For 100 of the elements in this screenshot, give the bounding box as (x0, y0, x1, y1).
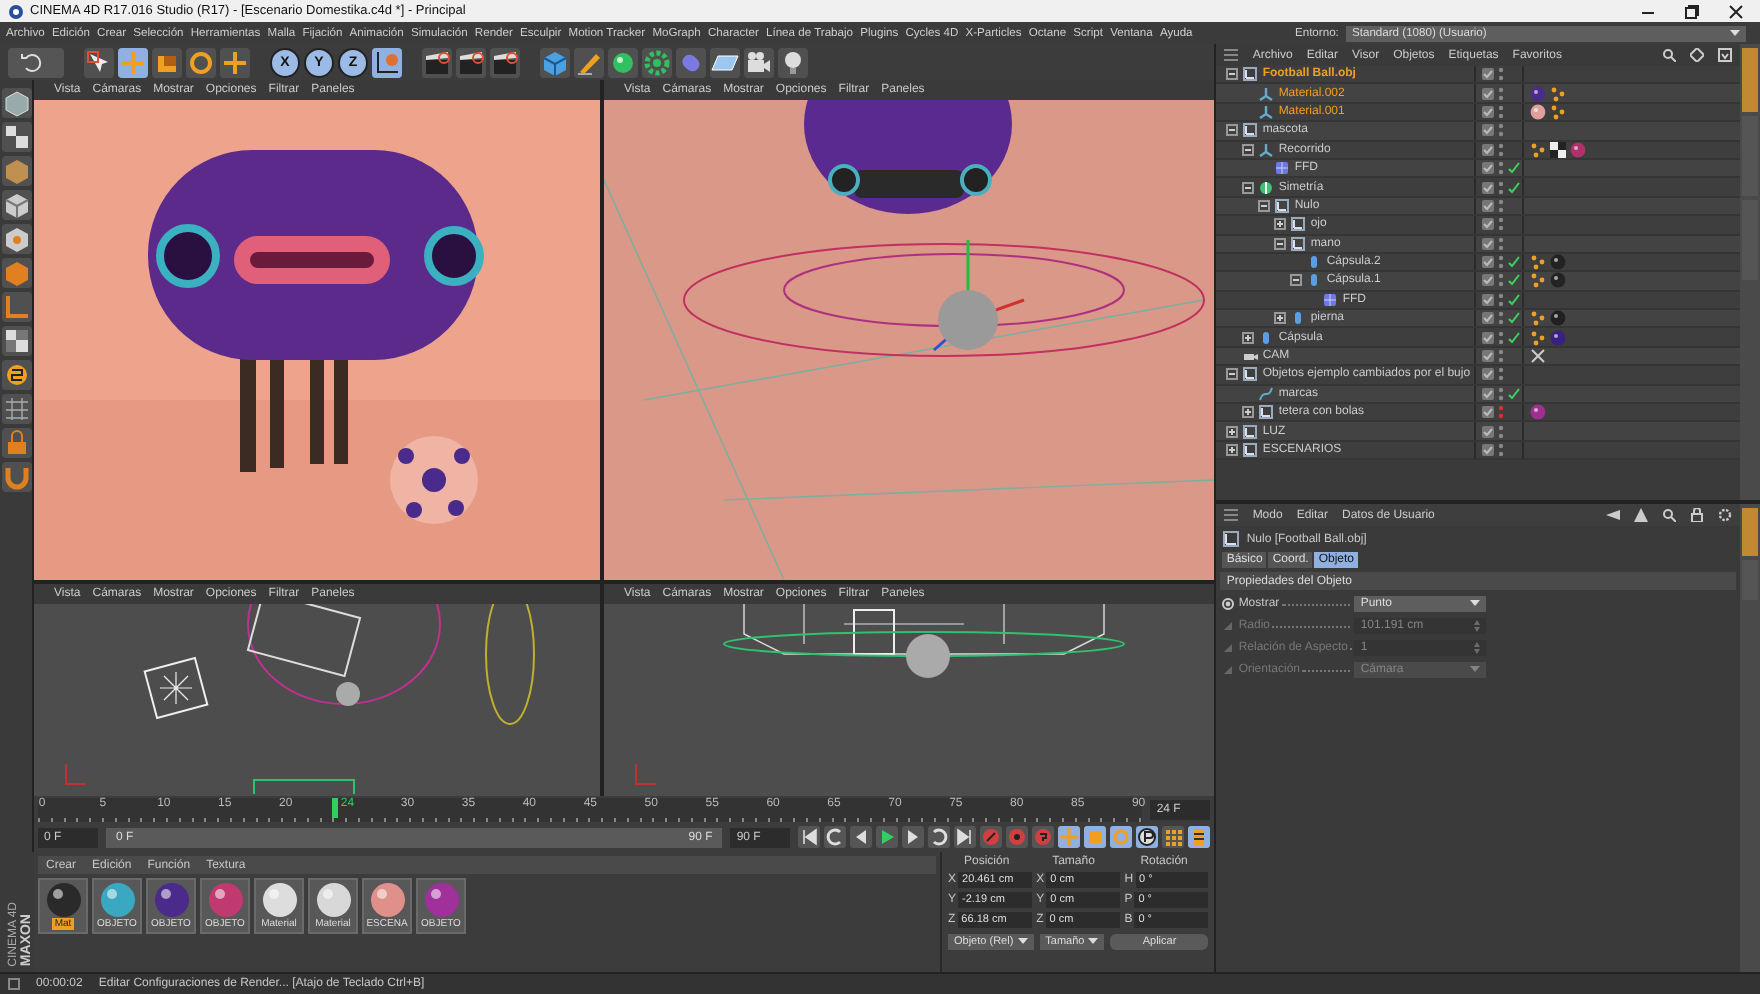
visibility-dots-icon[interactable] (1498, 103, 1505, 120)
radio-button-icon[interactable] (1222, 597, 1235, 609)
checker-tag-icon[interactable] (1550, 141, 1567, 158)
material-tag-icon[interactable] (1530, 404, 1547, 421)
visibility-dots-icon[interactable] (1498, 348, 1505, 365)
restore-icon[interactable] (1684, 3, 1700, 19)
check-icon[interactable] (1508, 387, 1521, 400)
visibility-dots-icon[interactable] (1498, 197, 1505, 214)
layer-icon[interactable] (1482, 87, 1495, 100)
up-arrow-icon[interactable] (1634, 508, 1648, 522)
expand-panel-icon[interactable] (1718, 48, 1732, 62)
parameter-key-icon[interactable] (1136, 826, 1159, 848)
material-tag-icon[interactable] (1550, 272, 1567, 289)
settings-icon[interactable] (1718, 508, 1732, 522)
cube-icon[interactable] (2, 258, 32, 288)
visibility-dots-icon[interactable] (1498, 329, 1505, 346)
add-icon[interactable] (220, 47, 250, 77)
cube-icon[interactable] (2, 156, 32, 186)
undo-icon[interactable] (8, 47, 64, 77)
scale-key-icon[interactable] (1084, 826, 1107, 848)
corner-icon[interactable] (2, 292, 32, 322)
lock-icon[interactable] (1690, 508, 1704, 522)
phong-tag-icon[interactable] (1530, 329, 1547, 346)
visibility-dots-icon[interactable] (1498, 179, 1505, 196)
cube-icon[interactable] (2, 190, 32, 220)
close-icon[interactable] (1728, 3, 1744, 19)
expand-icon[interactable] (1274, 312, 1287, 325)
layer-icon[interactable] (1482, 425, 1495, 438)
cube-icon[interactable] (2, 88, 32, 118)
expand-icon[interactable] (1242, 331, 1255, 344)
expand-icon[interactable] (1226, 444, 1239, 456)
visibility-dots-icon[interactable] (1498, 310, 1505, 327)
layer-icon[interactable] (1482, 199, 1495, 212)
checker-icon[interactable] (2, 122, 32, 152)
layer-icon[interactable] (1482, 162, 1495, 175)
material-tag-icon[interactable] (1550, 310, 1567, 327)
collapse-icon[interactable] (1242, 143, 1255, 156)
stepper-icon[interactable] (1474, 619, 1481, 631)
point-grid-icon[interactable] (1162, 826, 1185, 848)
expand-icon[interactable] (1242, 406, 1255, 419)
material-tag-icon[interactable] (1550, 254, 1567, 271)
phong-tag-icon[interactable] (1530, 254, 1547, 271)
check-icon[interactable] (1508, 162, 1521, 175)
loop-icon[interactable] (824, 826, 847, 848)
clapperboard-icon[interactable] (456, 47, 486, 77)
phong-tag-icon[interactable] (1530, 310, 1547, 327)
scale-icon[interactable] (152, 47, 182, 77)
rotate-icon[interactable] (186, 47, 216, 77)
timeline-icon[interactable] (1188, 826, 1211, 848)
layer-icon[interactable] (1482, 181, 1495, 194)
visibility-dots-icon[interactable] (1498, 85, 1505, 102)
visibility-dots-icon[interactable] (1498, 404, 1505, 421)
snap-icon[interactable] (2, 360, 32, 390)
collapse-icon[interactable] (1274, 237, 1287, 250)
gear-icon[interactable] (642, 47, 672, 77)
visibility-dots-icon[interactable] (1498, 66, 1505, 83)
search-icon[interactable] (1662, 48, 1676, 62)
search-icon[interactable] (1662, 508, 1676, 522)
coordinate-system-icon[interactable] (372, 47, 402, 77)
visibility-dots-icon[interactable] (1498, 442, 1505, 458)
clapperboard-icon[interactable] (422, 47, 452, 77)
skip-end-icon[interactable] (954, 826, 977, 848)
phong-tag-icon[interactable] (1550, 85, 1567, 102)
collapse-icon[interactable] (1226, 124, 1239, 137)
material-tag-icon[interactable] (1530, 103, 1547, 120)
camera-icon[interactable] (744, 47, 774, 77)
visibility-dots-icon[interactable] (1498, 385, 1505, 402)
layer-icon[interactable] (1482, 274, 1495, 287)
pen-icon[interactable] (574, 47, 604, 77)
collapse-icon[interactable] (1258, 199, 1271, 212)
visibility-dots-icon[interactable] (1498, 254, 1505, 271)
phong-tag-icon[interactable] (1530, 272, 1547, 289)
move-icon[interactable] (118, 47, 148, 77)
step-forward-icon[interactable] (902, 826, 925, 848)
check-icon[interactable] (1508, 274, 1521, 287)
visibility-dots-icon[interactable] (1498, 235, 1505, 252)
stepper-icon[interactable] (1474, 641, 1481, 653)
layer-icon[interactable] (1482, 406, 1495, 419)
layer-icon[interactable] (1482, 124, 1495, 137)
list-icon[interactable] (1224, 48, 1239, 62)
check-icon[interactable] (1508, 181, 1521, 194)
expand-icon[interactable] (1274, 218, 1287, 231)
layer-icon[interactable] (1482, 143, 1495, 156)
loop-icon[interactable] (928, 826, 951, 848)
collapse-icon[interactable] (1242, 181, 1255, 194)
visibility-dots-icon[interactable] (1498, 291, 1505, 308)
layer-icon[interactable] (1482, 293, 1495, 306)
collapse-icon[interactable] (1226, 368, 1239, 381)
layer-icon[interactable] (1482, 368, 1495, 381)
play-icon[interactable] (876, 826, 899, 848)
phong-tag-icon[interactable] (1550, 103, 1567, 120)
check-icon[interactable] (1508, 312, 1521, 325)
record-icon[interactable] (1006, 826, 1029, 848)
material-tag-icon[interactable] (1530, 85, 1547, 102)
layer-icon[interactable] (1482, 105, 1495, 118)
visibility-dots-icon[interactable] (1498, 423, 1505, 440)
layer-icon[interactable] (1482, 218, 1495, 231)
material-tag-icon[interactable] (1570, 141, 1587, 158)
layer-icon[interactable] (1482, 387, 1495, 400)
lock-icon[interactable] (2, 428, 32, 458)
